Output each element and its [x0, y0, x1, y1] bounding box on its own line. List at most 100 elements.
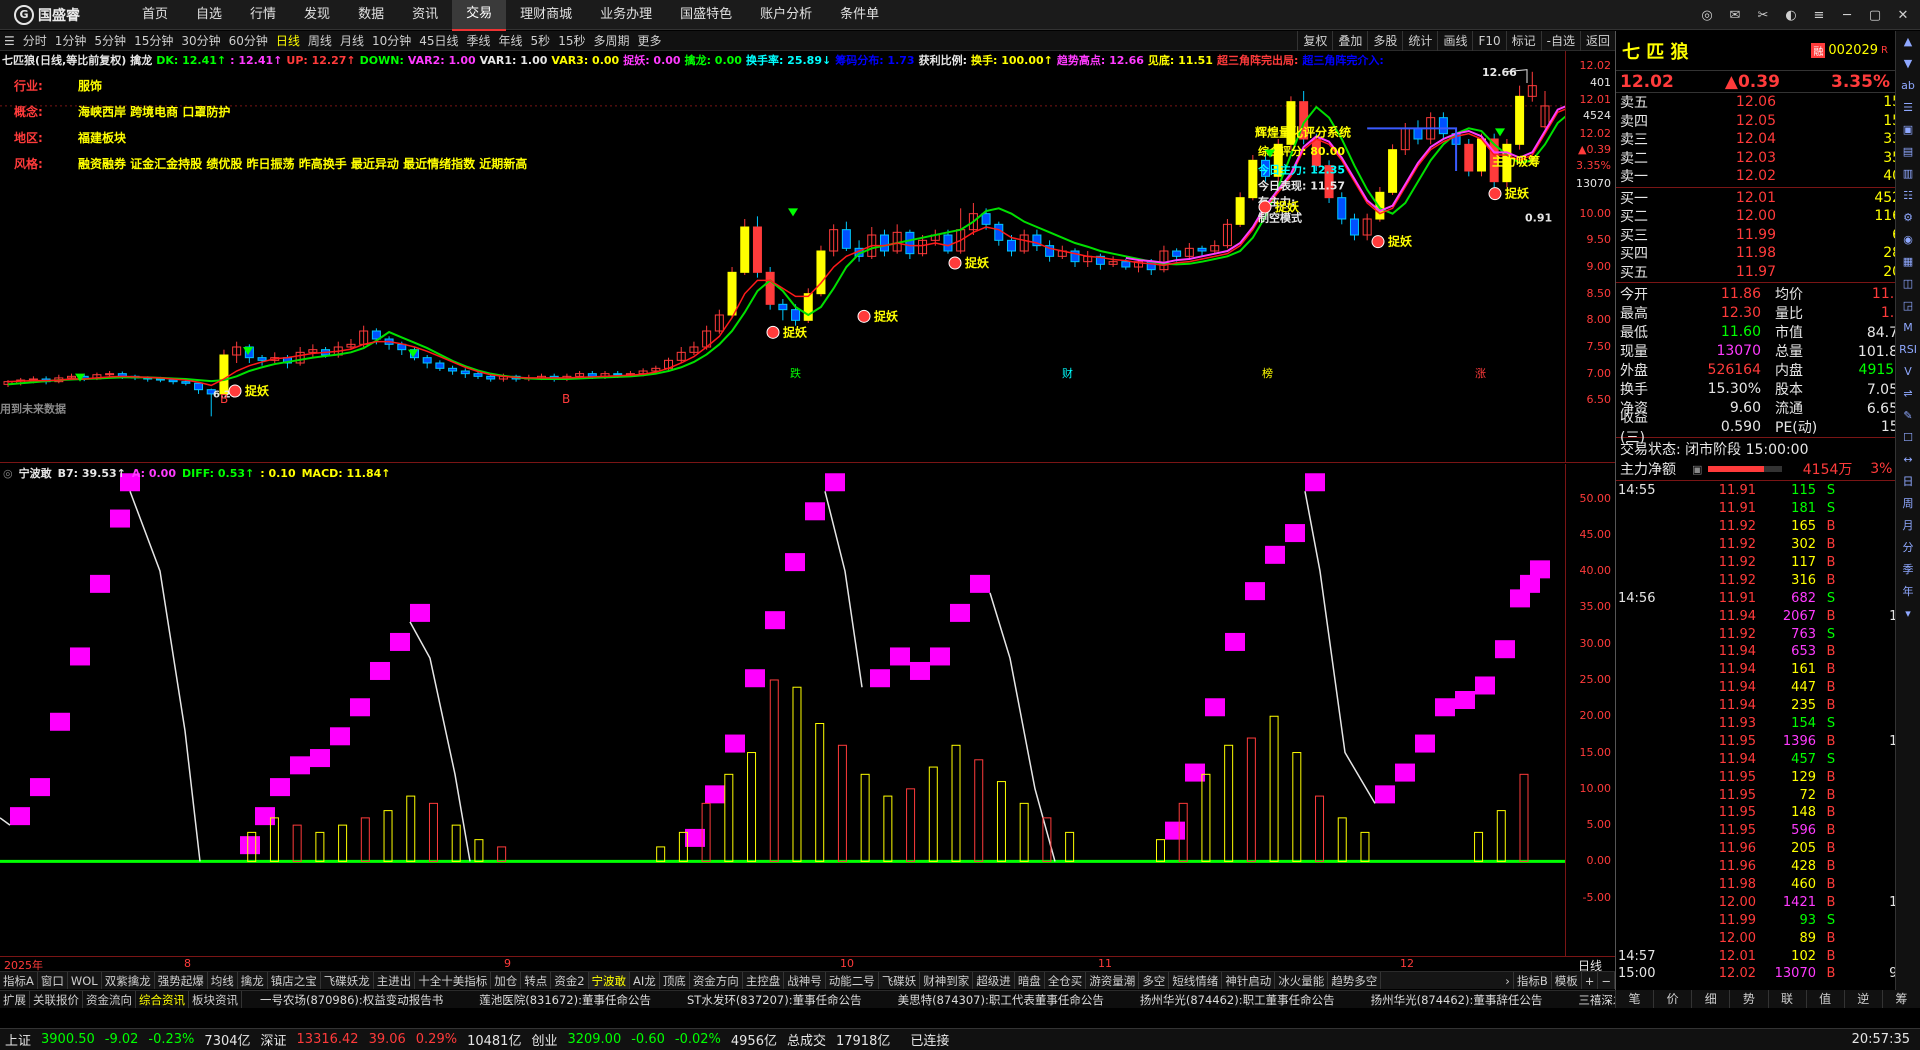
tick-row[interactable]: 11.95596B56 — [1616, 822, 1920, 840]
side-tool-icon[interactable]: 周 — [1896, 493, 1920, 515]
side-tool-icon[interactable]: 年 — [1896, 581, 1920, 603]
event-badge[interactable]: 榜 — [1262, 366, 1273, 380]
menu-item-5[interactable]: 资讯 — [398, 0, 452, 30]
net-flow-toggle-icon[interactable]: ▣ — [1692, 463, 1702, 476]
period-5[interactable]: 60分钟 — [225, 31, 272, 51]
event-badge[interactable]: 财 — [1062, 366, 1073, 380]
event-badge[interactable]: 跌 — [790, 366, 801, 380]
tick-row[interactable]: 11.95148B21 — [1616, 804, 1920, 822]
tick-row[interactable]: 11.93154S19 — [1616, 715, 1920, 733]
candle[interactable] — [422, 355, 432, 369]
indicator-tab-31[interactable]: 趋势多空 — [1328, 972, 1382, 989]
side-tool-icon[interactable]: 月 — [1896, 515, 1920, 537]
side-tool-icon[interactable]: ◫ — [1896, 273, 1920, 295]
tick-row[interactable]: 11.9993S20 — [1616, 911, 1920, 929]
tick-row[interactable]: 11.9572B8 — [1616, 786, 1920, 804]
candle[interactable] — [1108, 256, 1118, 267]
menu-item-11[interactable]: 条件单 — [826, 0, 893, 30]
tick-row[interactable]: 11.92302B33 — [1616, 536, 1920, 554]
indicator-tab-9[interactable]: 主进出 — [374, 972, 416, 989]
indicator-tab-21[interactable]: 飞碟妖 — [879, 972, 921, 989]
tick-list[interactable]: 14:5511.91115S2111.91181S2011.92165B1611… — [1616, 482, 1920, 983]
close-icon[interactable]: ✕ — [1892, 4, 1914, 26]
side-tool-icon[interactable]: ▦ — [1896, 251, 1920, 273]
tick-row[interactable]: 11.92117B20 — [1616, 554, 1920, 572]
order-row[interactable]: 买一 12.01 4524 — [1616, 189, 1920, 208]
side-tool-icon[interactable]: ▲ — [1896, 31, 1920, 53]
period-1[interactable]: 1分钟 — [51, 31, 91, 51]
indicator-tab-5[interactable]: 均线 — [208, 972, 238, 989]
detail-tab-1[interactable]: 价 — [1653, 990, 1692, 1008]
indicator-tab-28[interactable]: 短线情绪 — [1169, 972, 1223, 989]
period-14[interactable]: 15秒 — [554, 31, 589, 51]
candle[interactable] — [1413, 120, 1423, 145]
candle[interactable] — [1388, 144, 1398, 195]
side-tool-icon[interactable]: ▾ — [1896, 603, 1920, 625]
candle[interactable] — [384, 336, 394, 350]
detail-tab-0[interactable]: 笔 — [1615, 990, 1654, 1008]
info-tab-1[interactable]: 关联报价 — [30, 991, 83, 1008]
period-4[interactable]: 30分钟 — [177, 31, 224, 51]
indicator-tab-8[interactable]: 飞碟妖龙 — [321, 972, 374, 989]
info-value[interactable]: 福建板块 — [78, 129, 126, 146]
collapse-icon[interactable]: ◎ — [0, 467, 16, 480]
side-tool-icon[interactable]: ◉ — [1896, 229, 1920, 251]
candle[interactable] — [740, 219, 750, 275]
tick-row[interactable]: 11.92316B28 — [1616, 571, 1920, 589]
candle[interactable] — [1235, 192, 1245, 227]
side-tool-icon[interactable]: ◲ — [1896, 295, 1920, 317]
side-tool-icon[interactable]: M — [1896, 317, 1920, 339]
candle[interactable] — [1515, 85, 1525, 150]
add-tab-icon[interactable]: + — [1582, 972, 1599, 989]
side-tool-icon[interactable]: ▼ — [1896, 53, 1920, 75]
menu-item-10[interactable]: 账户分析 — [746, 0, 826, 30]
indicator-tab-14[interactable]: 宁波敢 — [588, 972, 631, 989]
period-15[interactable]: 多周期 — [589, 31, 633, 51]
indicator-tab-25[interactable]: 全仓买 — [1045, 972, 1087, 989]
detail-tab-5[interactable]: 值 — [1805, 990, 1844, 1008]
sub-indicator-svg[interactable] — [0, 464, 1565, 956]
info-tab-2[interactable]: 资金流向 — [83, 991, 136, 1008]
tick-row[interactable]: 11.98460B80 — [1616, 876, 1920, 894]
side-tool-icon[interactable]: ▣ — [1896, 119, 1920, 141]
detail-tab-6[interactable]: 逆 — [1843, 990, 1882, 1008]
tick-row[interactable]: 11.94653B51 — [1616, 643, 1920, 661]
candle[interactable] — [219, 349, 229, 395]
period-13[interactable]: 5秒 — [527, 31, 555, 51]
indicator-tab-6[interactable]: 擒龙 — [238, 972, 268, 989]
info-tab-3[interactable]: 综合资讯 — [136, 991, 189, 1008]
side-tool-icon[interactable]: RSI — [1896, 339, 1920, 361]
indicator-tab-29[interactable]: 神针启动 — [1222, 972, 1276, 989]
period-10[interactable]: 45日线 — [415, 31, 462, 51]
tab-scroll-icon[interactable]: › — [1502, 972, 1514, 989]
period-11[interactable]: 季线 — [463, 31, 495, 51]
mail-icon[interactable]: ✉ — [1724, 4, 1746, 26]
side-tool-icon[interactable]: ⚙ — [1896, 207, 1920, 229]
candle[interactable] — [1540, 91, 1550, 129]
candle[interactable] — [1438, 112, 1448, 139]
tools-icon[interactable]: ✂ — [1752, 4, 1774, 26]
indicator-tab-13[interactable]: 资金2 — [551, 972, 589, 989]
indicator-tab-12[interactable]: 转点 — [521, 972, 552, 989]
period-7[interactable]: 周线 — [304, 31, 336, 51]
candle[interactable] — [1045, 240, 1055, 262]
candle[interactable] — [435, 360, 445, 371]
news-item[interactable]: ST水发环(837207):董事任命公告 — [669, 992, 880, 1008]
side-tool-icon[interactable]: ▥ — [1896, 163, 1920, 185]
news-item[interactable]: 莲池医院(831672):董事任命公告 — [461, 992, 669, 1008]
indicator-tab-16[interactable]: 顶底 — [660, 972, 690, 989]
indicator-tab-2[interactable]: WOL — [68, 972, 102, 989]
side-tool-icon[interactable]: ☷ — [1896, 185, 1920, 207]
candle[interactable] — [270, 352, 280, 363]
tool-1[interactable]: 叠加 — [1332, 31, 1367, 51]
tool-5[interactable]: F10 — [1472, 31, 1505, 51]
cy-index-label[interactable]: 创业 — [526, 1030, 562, 1049]
candle[interactable] — [194, 382, 204, 394]
tick-row[interactable]: 11.96205B28 — [1616, 840, 1920, 858]
app-logo[interactable]: G 国盛睿 — [0, 0, 128, 30]
order-row[interactable]: 买二 12.00 1161 — [1616, 207, 1920, 226]
tool-3[interactable]: 统计 — [1402, 31, 1437, 51]
detail-tab-3[interactable]: 势 — [1729, 990, 1768, 1008]
candle[interactable] — [714, 309, 724, 334]
candle[interactable] — [448, 365, 458, 375]
